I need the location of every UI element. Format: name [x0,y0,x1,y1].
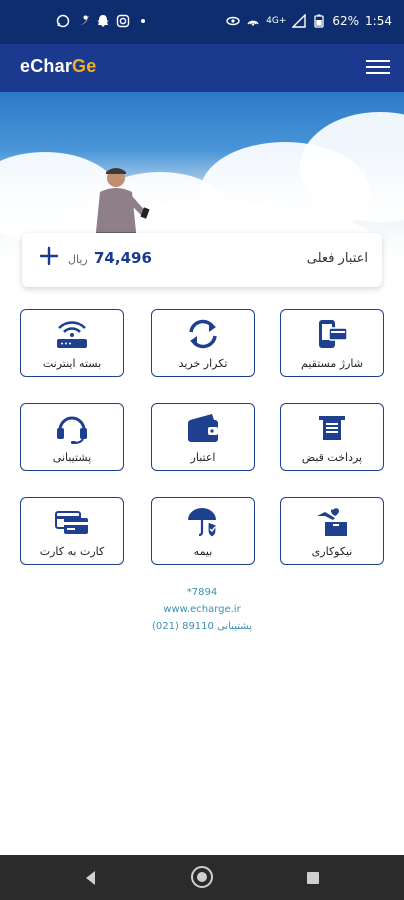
tile-label: کارت به کارت [39,545,105,558]
battery-icon [312,14,326,28]
wifi-router-icon [57,321,87,348]
footer-website[interactable]: www.echarge.ir [0,604,404,615]
tile-card-to-card[interactable]: کارت به کارت [20,497,124,565]
hamburger-menu-icon[interactable] [366,56,390,80]
cards-icon [55,511,88,534]
status-bar: 4G+ 62% 1:54 [0,0,404,44]
signal-icon [292,14,307,28]
recent-apps-icon[interactable] [306,871,320,885]
dot-icon [136,14,150,28]
tile-credit[interactable]: اعتبار [151,403,255,471]
clock: 1:54 [365,14,392,28]
tile-label: پرداخت قبض [301,451,363,464]
status-left-icons [56,14,150,28]
balance-unit: ریال [68,253,88,266]
tile-support[interactable]: پشتیبانی [20,403,124,471]
balance-card: اعتبار فعلی 74,496 ریال [22,233,382,287]
tile-label: تکرار خرید [178,357,228,370]
app-header: eCharGe [0,44,404,92]
twitter-icon [76,14,90,28]
tile-label: شارژ مستقیم [301,357,363,370]
plus-icon [39,246,59,266]
battery-percent: 62% [332,14,360,28]
tile-label: نیکوکاری [311,545,353,558]
balance-label: اعتبار فعلی [306,251,368,266]
hotspot-icon [246,14,260,28]
network-label: 4G+ [266,16,287,26]
tile-internet-package[interactable]: بسته اینترنت [20,309,124,377]
footer-support[interactable]: پشتیبانی 89110 (021) [0,621,404,632]
back-icon[interactable] [82,869,100,887]
phone-card-icon [319,320,348,348]
tile-label: پشتیبانی [52,451,92,464]
status-right: 4G+ 62% 1:54 [226,14,392,28]
logo-accent: Ge [72,56,97,76]
repeat-icon [189,319,217,349]
home-icon[interactable] [189,864,215,890]
footer-ussd: *7894 [186,587,218,598]
tile-repeat-purchase[interactable]: تکرار خرید [151,309,255,377]
system-nav-bar [0,855,404,900]
tile-bill-payment[interactable]: پرداخت قبض [280,403,384,471]
app-logo: eCharGe [20,56,96,77]
balance-amount: 74,496 [94,249,152,267]
tile-charity[interactable]: نیکوکاری [280,497,384,565]
umbrella-shield-icon [188,508,217,538]
logo-prefix: eChar [20,56,73,76]
tile-label: اعتبار [190,451,216,464]
tile-label: بسته اینترنت [42,357,102,370]
tile-direct-charge[interactable]: شارژ مستقیم [280,309,384,377]
wallet-icon [188,414,218,442]
snapchat-icon [96,14,110,28]
eye-icon [226,14,240,28]
add-credit-button[interactable] [38,245,60,267]
headset-icon [57,416,87,444]
tile-label: بیمه [193,545,213,558]
whatsapp-icon [56,14,70,28]
bill-icon [319,416,345,440]
instagram-icon [116,14,130,28]
tile-insurance[interactable]: بیمه [151,497,255,565]
charity-box-icon [317,508,347,536]
